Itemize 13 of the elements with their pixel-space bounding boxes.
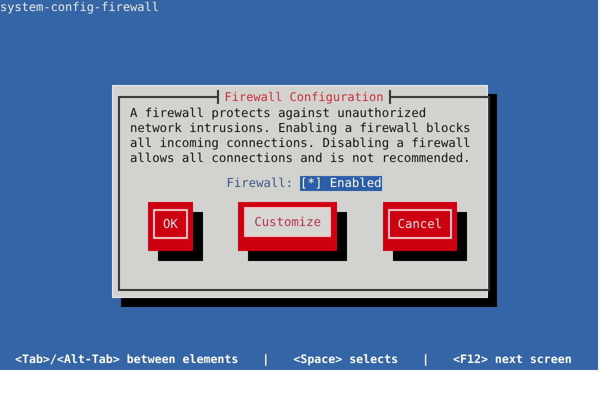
dialog-title: Firewall Configuration	[216, 90, 392, 104]
key-hint: <Tab>/<Alt-Tab> between elements	[15, 352, 238, 366]
ok-button[interactable]: OK	[148, 202, 193, 251]
cancel-button[interactable]: Cancel	[382, 202, 457, 251]
key-hint: <F12> next screen	[453, 352, 572, 366]
customize-button[interactable]: Customize	[238, 202, 338, 251]
screen-title: system-config-firewall	[0, 0, 160, 14]
separator: |	[422, 352, 430, 366]
firewall-checkbox[interactable]: [*] Enabled	[300, 176, 382, 191]
key-hint: <Space> selects	[293, 352, 398, 366]
separator: |	[262, 352, 270, 366]
message-text: A firewall protects against unauthorized network intrusions. Enabling a firewall blocks all incoming connections. Disabling a firewall allows all connections and is not recommended.	[130, 106, 472, 166]
field-label: Firewall:	[226, 176, 294, 191]
